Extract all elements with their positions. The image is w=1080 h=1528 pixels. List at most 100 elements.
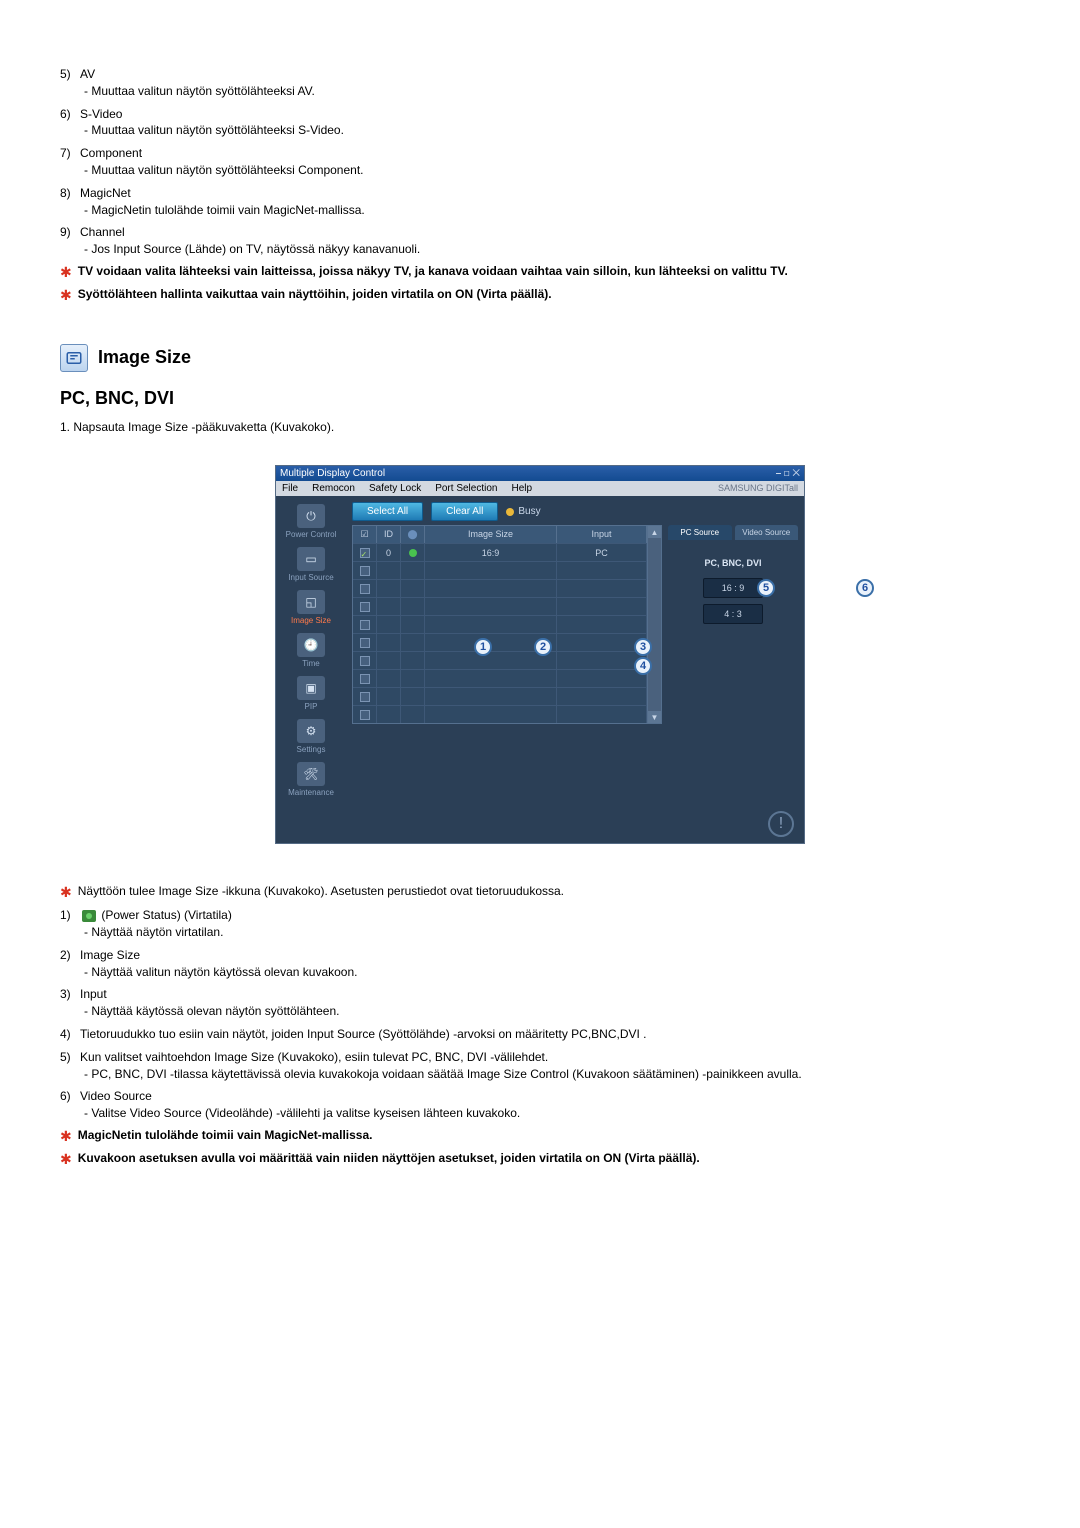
info-icon: ! <box>768 811 794 837</box>
table-row[interactable] <box>353 597 647 615</box>
row-id <box>377 652 401 669</box>
step-one: 1. Napsauta Image Size -pääkuvaketta (Ku… <box>60 419 1020 436</box>
row-power-status-icon <box>401 616 425 633</box>
clear-all-button[interactable]: Clear All <box>431 502 498 521</box>
row-checkbox[interactable] <box>353 634 377 651</box>
sidebar-item[interactable]: ▣PIP <box>276 672 346 715</box>
note-row: ✱TV voidaan valita lähteeksi vain laitte… <box>60 264 1020 281</box>
note-text: Syöttölähteen hallinta vaikuttaa vain nä… <box>78 287 552 301</box>
table-row[interactable] <box>353 633 647 651</box>
row-checkbox[interactable] <box>353 544 377 561</box>
top-notes: ✱TV voidaan valita lähteeksi vain laitte… <box>60 264 1020 304</box>
row-image-size <box>425 688 557 705</box>
list-number: 5) <box>60 1049 80 1066</box>
grid-header: ☑ ID ⬤ Image Size Input <box>353 526 647 543</box>
table-row[interactable] <box>353 615 647 633</box>
row-checkbox[interactable] <box>353 688 377 705</box>
row-checkbox[interactable] <box>353 652 377 669</box>
menu-port-selection[interactable]: Port Selection <box>435 483 497 494</box>
row-input <box>557 706 647 723</box>
sidebar-icon: ⏻ <box>297 504 325 528</box>
row-power-status-icon <box>401 544 425 561</box>
row-power-status-icon <box>401 652 425 669</box>
sidebar-item[interactable]: 🛠Maintenance <box>276 758 346 801</box>
row-id <box>377 598 401 615</box>
list-number: 1) <box>60 907 80 924</box>
row-checkbox[interactable] <box>353 598 377 615</box>
list-number: 8) <box>60 185 80 202</box>
grid-head-check[interactable]: ☑ <box>353 526 377 543</box>
sidebar-icon: 🛠 <box>297 762 325 786</box>
menu-safety-lock[interactable]: Safety Lock <box>369 483 421 494</box>
grid-scrollbar[interactable]: ▲ ▼ <box>648 525 662 724</box>
row-input <box>557 562 647 579</box>
menu-remocon[interactable]: Remocon <box>312 483 355 494</box>
list-item: 4)Tietoruudukko tuo esiin vain näytöt, j… <box>60 1026 1020 1043</box>
sidebar-item[interactable]: ◱Image Size <box>276 586 346 629</box>
row-image-size <box>425 670 557 687</box>
table-row[interactable]: 0 16:9 PC <box>353 543 647 561</box>
scroll-up-icon[interactable]: ▲ <box>648 526 661 538</box>
row-power-status-icon <box>401 580 425 597</box>
table-row[interactable] <box>353 705 647 723</box>
row-checkbox[interactable] <box>353 580 377 597</box>
list-number: 9) <box>60 224 80 241</box>
sidebar-label: Input Source <box>276 573 346 582</box>
row-image-size <box>425 562 557 579</box>
row-id <box>377 688 401 705</box>
table-row[interactable] <box>353 579 647 597</box>
row-input <box>557 580 647 597</box>
star-icon: ✱ <box>60 1128 72 1145</box>
sidebar-icon: ⚙ <box>297 719 325 743</box>
row-checkbox[interactable] <box>353 562 377 579</box>
sidebar-item[interactable]: ⏻ Power Control <box>276 500 346 543</box>
list-body: MagicNet- MagicNetin tulolähde toimii va… <box>80 185 365 219</box>
scroll-down-icon[interactable]: ▼ <box>648 711 661 723</box>
row-checkbox[interactable] <box>353 616 377 633</box>
menu-file[interactable]: File <box>282 483 298 494</box>
row-image-size <box>425 706 557 723</box>
row-id <box>377 634 401 651</box>
star-icon: ✱ <box>60 884 72 901</box>
table-row[interactable] <box>353 669 647 687</box>
table-row[interactable] <box>353 561 647 579</box>
row-checkbox[interactable] <box>353 670 377 687</box>
list-number: 4) <box>60 1026 80 1043</box>
table-row[interactable] <box>353 687 647 705</box>
row-image-size: 16:9 <box>425 544 557 561</box>
section-title: Image Size <box>98 347 191 368</box>
ratio-4-3-button[interactable]: 4 : 3 <box>703 604 763 624</box>
busy-label: Busy <box>518 506 540 517</box>
sidebar-item[interactable]: 🕘Time <box>276 629 346 672</box>
list-item: 7)Component- Muuttaa valitun näytön syöt… <box>60 145 1020 179</box>
display-grid: ☑ ID ⬤ Image Size Input 0 16:9 PC <box>352 525 648 724</box>
list-number: 6) <box>60 1088 80 1105</box>
tab-video-source[interactable]: Video Source <box>735 525 799 540</box>
sidebar-label: Power Control <box>276 530 346 539</box>
row-power-status-icon <box>401 562 425 579</box>
list-item: 5)Kun valitset vaihtoehdon Image Size (K… <box>60 1049 1020 1083</box>
row-power-status-icon <box>401 598 425 615</box>
note-text: Kuvakoon asetuksen avulla voi määrittää … <box>78 1151 700 1165</box>
row-input <box>557 598 647 615</box>
select-all-button[interactable]: Select All <box>352 502 423 521</box>
row-power-status-icon <box>401 670 425 687</box>
sidebar-item[interactable]: ⚙Settings <box>276 715 346 758</box>
ratio-16-9-button[interactable]: 16 : 9 <box>703 578 763 598</box>
row-input <box>557 670 647 687</box>
list-body: Input- Näyttää käytössä olevan näytön sy… <box>80 986 340 1020</box>
menu-help[interactable]: Help <box>511 483 532 494</box>
table-row[interactable] <box>353 651 647 669</box>
list-body: Channel- Jos Input Source (Lähde) on TV,… <box>80 224 420 258</box>
tab-pc-source[interactable]: PC Source <box>668 525 732 540</box>
list-number: 5) <box>60 66 80 83</box>
sidebar-item[interactable]: ▭Input Source <box>276 543 346 586</box>
bottom-notes: ✱MagicNetin tulolähde toimii vain MagicN… <box>60 1128 1020 1168</box>
panel-label: PC, BNC, DVI <box>668 558 798 568</box>
list-item: 3)Input- Näyttää käytössä olevan näytön … <box>60 986 1020 1020</box>
row-id <box>377 706 401 723</box>
window-controls-icon[interactable]: ⎯ ◻ ✕ <box>776 468 800 479</box>
explanation-list: 1) (Power Status) (Virtatila)- Näyttää n… <box>60 907 1020 1122</box>
row-checkbox[interactable] <box>353 706 377 723</box>
after-note: Näyttöön tulee Image Size -ikkuna (Kuvak… <box>78 884 564 898</box>
